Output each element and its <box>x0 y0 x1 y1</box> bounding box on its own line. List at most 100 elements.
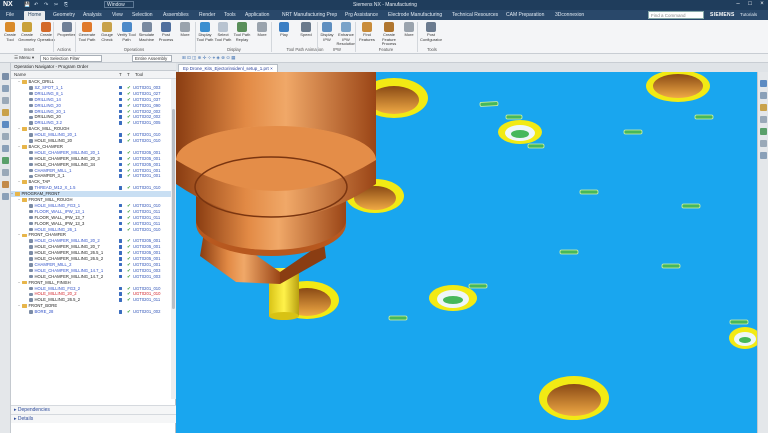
ribbon-button-label: Find Features <box>359 32 375 42</box>
column-check[interactable]: T <box>127 71 130 79</box>
ribbon-button-tool-path-replay-12[interactable]: Tool Path Replay <box>232 21 252 47</box>
quick-access-redo-icon[interactable]: ↷ <box>44 2 48 8</box>
close-button[interactable]: × <box>757 1 767 7</box>
ribbon-button-create-feature-process-19[interactable]: Create Feature Process <box>378 21 400 47</box>
menu-selection[interactable]: Selection <box>132 12 153 18</box>
menu-technical-resources[interactable]: Technical Resources <box>452 12 498 18</box>
render-style-icon[interactable] <box>760 140 767 147</box>
ribbon-button-play-14[interactable]: Play <box>274 21 294 47</box>
menu-home[interactable]: Home <box>24 11 46 20</box>
menu-button[interactable]: ☰ Menu ▾ <box>14 55 34 61</box>
quick-access-copy-icon[interactable]: ⎘ <box>64 2 68 8</box>
menu-electrode-manufacturing[interactable]: Electrode Manufacturing <box>388 12 442 18</box>
window-selector-dropdown[interactable]: Window <box>104 1 134 8</box>
machine-tool-navigator-icon[interactable] <box>2 85 9 92</box>
ribbon-button-create-tool-0[interactable]: Create Tool <box>2 21 18 47</box>
path-status-icon <box>119 209 122 214</box>
process-studio-icon[interactable] <box>2 181 9 188</box>
ribbon-button-label: Properties <box>57 32 76 37</box>
details-panel[interactable]: ▸ Details <box>11 414 176 423</box>
history-icon[interactable] <box>2 145 9 152</box>
ribbon-button-display-ipw-16[interactable]: Display IPW <box>318 21 336 47</box>
graphics-viewport[interactable] <box>176 72 757 433</box>
nx-logo: NX <box>3 1 13 8</box>
path-status-icon <box>119 174 122 178</box>
ribbon-button-label: More <box>257 32 267 37</box>
path-status-icon <box>119 162 122 167</box>
quick-access-undo-icon[interactable]: ↶ <box>34 2 38 8</box>
operation-icon <box>29 292 33 297</box>
menu-tools[interactable]: Tools <box>224 12 236 18</box>
operation-icon <box>29 133 33 137</box>
ribbon-button-label: Post Configurator <box>419 32 442 42</box>
quick-access-save-icon[interactable]: 💾 <box>24 2 30 8</box>
operation-navigator-icon[interactable] <box>2 73 9 80</box>
ribbon-button-label: Display IPW <box>320 32 334 42</box>
operation-name-text: HOLE_CHAMFER_MILLING_20_1 <box>34 149 100 155</box>
ribbon-button-simulate-machine-7[interactable]: Simulate Machine <box>137 21 156 47</box>
ribbon-icon <box>102 22 112 32</box>
menu-application[interactable]: Application <box>245 12 269 18</box>
navigator-operation-row[interactable]: BORE_28 ✔ UGT0201_002 <box>11 309 171 315</box>
ribbon-button-display-tool-path-10[interactable]: Display Tool Path <box>196 21 214 47</box>
program-group-icon <box>22 145 27 149</box>
path-status-icon <box>119 257 122 261</box>
menu-file[interactable]: File <box>6 12 14 18</box>
view-fit-icon[interactable] <box>760 80 767 87</box>
command-search-input[interactable]: Find a Command <box>648 11 704 19</box>
ribbon-button-generate-tool-path-4[interactable]: Generate Tool Path <box>76 21 98 47</box>
maximize-button[interactable]: □ <box>745 1 755 7</box>
menu-analysis[interactable]: Analysis <box>83 12 102 18</box>
resource-bar <box>0 63 11 433</box>
ribbon-button-label: Create Feature Process <box>381 32 397 47</box>
quick-access-cut-icon[interactable]: ✂ <box>54 2 58 8</box>
ribbon-button-verify-tool-path-6[interactable]: Verify Tool Path <box>116 21 137 47</box>
menu-render[interactable]: Render <box>199 12 215 18</box>
ribbon-button-label: Generate Tool Path <box>78 32 96 42</box>
assembly-navigator-icon[interactable] <box>2 109 9 116</box>
view-rotate-icon[interactable] <box>760 92 767 99</box>
ribbon-button-more-13[interactable]: More <box>252 21 272 47</box>
part-navigator-icon[interactable] <box>2 97 9 104</box>
ribbon-button-post-process-8[interactable]: Post Process <box>156 21 176 47</box>
column-tool[interactable]: Tool <box>135 71 143 79</box>
column-path[interactable]: T <box>119 71 122 79</box>
dependencies-panel[interactable]: ▸ Dependencies <box>11 405 176 414</box>
menu-prg-assistance[interactable]: Prg Assistance <box>345 12 378 18</box>
ribbon-button-select-tool-path-11[interactable]: Select Tool Path <box>214 21 232 47</box>
ribbon-button-post-configurator-21[interactable]: Post Configurator <box>418 21 444 47</box>
ribbon-button-speed-15[interactable]: Speed <box>296 21 316 47</box>
part-file-tab[interactable]: Ep Drone_Kits_Ejectorinsidenl_setup_1.pr… <box>178 64 278 72</box>
ribbon-button-more-9[interactable]: More <box>176 21 194 47</box>
minimize-button[interactable]: – <box>733 1 743 7</box>
view-orient-icon[interactable] <box>760 128 767 135</box>
ribbon-button-properties-3[interactable]: Properties <box>57 21 76 47</box>
menu-view[interactable]: View <box>112 12 123 18</box>
menu-cam-preparation[interactable]: CAM Preparation <box>506 12 544 18</box>
reuse-library-icon[interactable] <box>2 133 9 140</box>
scope-dropdown[interactable]: Entire Assembly <box>132 55 172 62</box>
view-pan-icon[interactable] <box>760 104 767 111</box>
ribbon-button-gouge-check-5[interactable]: Gouge Check <box>98 21 116 47</box>
constraint-navigator-icon[interactable] <box>2 121 9 128</box>
operation-name-text: HOLE_CHAMFER_MILLING_20_3 <box>34 155 100 161</box>
type-filter-dropdown[interactable]: No Selection Filter <box>40 55 102 62</box>
system-materials-icon[interactable] <box>2 169 9 176</box>
roles-icon[interactable] <box>2 157 9 164</box>
column-name[interactable]: Name <box>14 71 26 79</box>
menu-geometry[interactable]: Geometry <box>53 12 75 18</box>
view-zoom-icon[interactable] <box>760 116 767 123</box>
menu-nrt-manufacturing-prep[interactable]: NRT Manufacturing Prep <box>282 12 337 18</box>
ribbon-button-find-features-18[interactable]: Find Features <box>356 21 378 47</box>
navigator-scroll-thumb[interactable] <box>172 109 175 309</box>
web-browser-icon[interactable] <box>2 193 9 200</box>
ribbon-button-create-geometry-1[interactable]: Create Geometry <box>18 21 36 47</box>
menu-3dconnexion[interactable]: 3Dconnexion <box>555 12 584 18</box>
filter-tools-icons[interactable]: ⊞ ⊡ ◫ ⊕ ✢ ⊹ ⌖ ◈ ⊗ ⊙ ▦ <box>182 55 235 61</box>
ribbon-button-enhance-ipw-resolution-17[interactable]: Enhance IPW Resolution <box>336 21 356 47</box>
tutorials-link[interactable]: Tutorials <box>740 12 757 17</box>
ribbon-button-more-20[interactable]: More <box>400 21 418 47</box>
ribbon-icon <box>322 22 332 32</box>
menu-assemblies[interactable]: Assemblies <box>163 12 189 18</box>
section-view-icon[interactable] <box>760 152 767 159</box>
